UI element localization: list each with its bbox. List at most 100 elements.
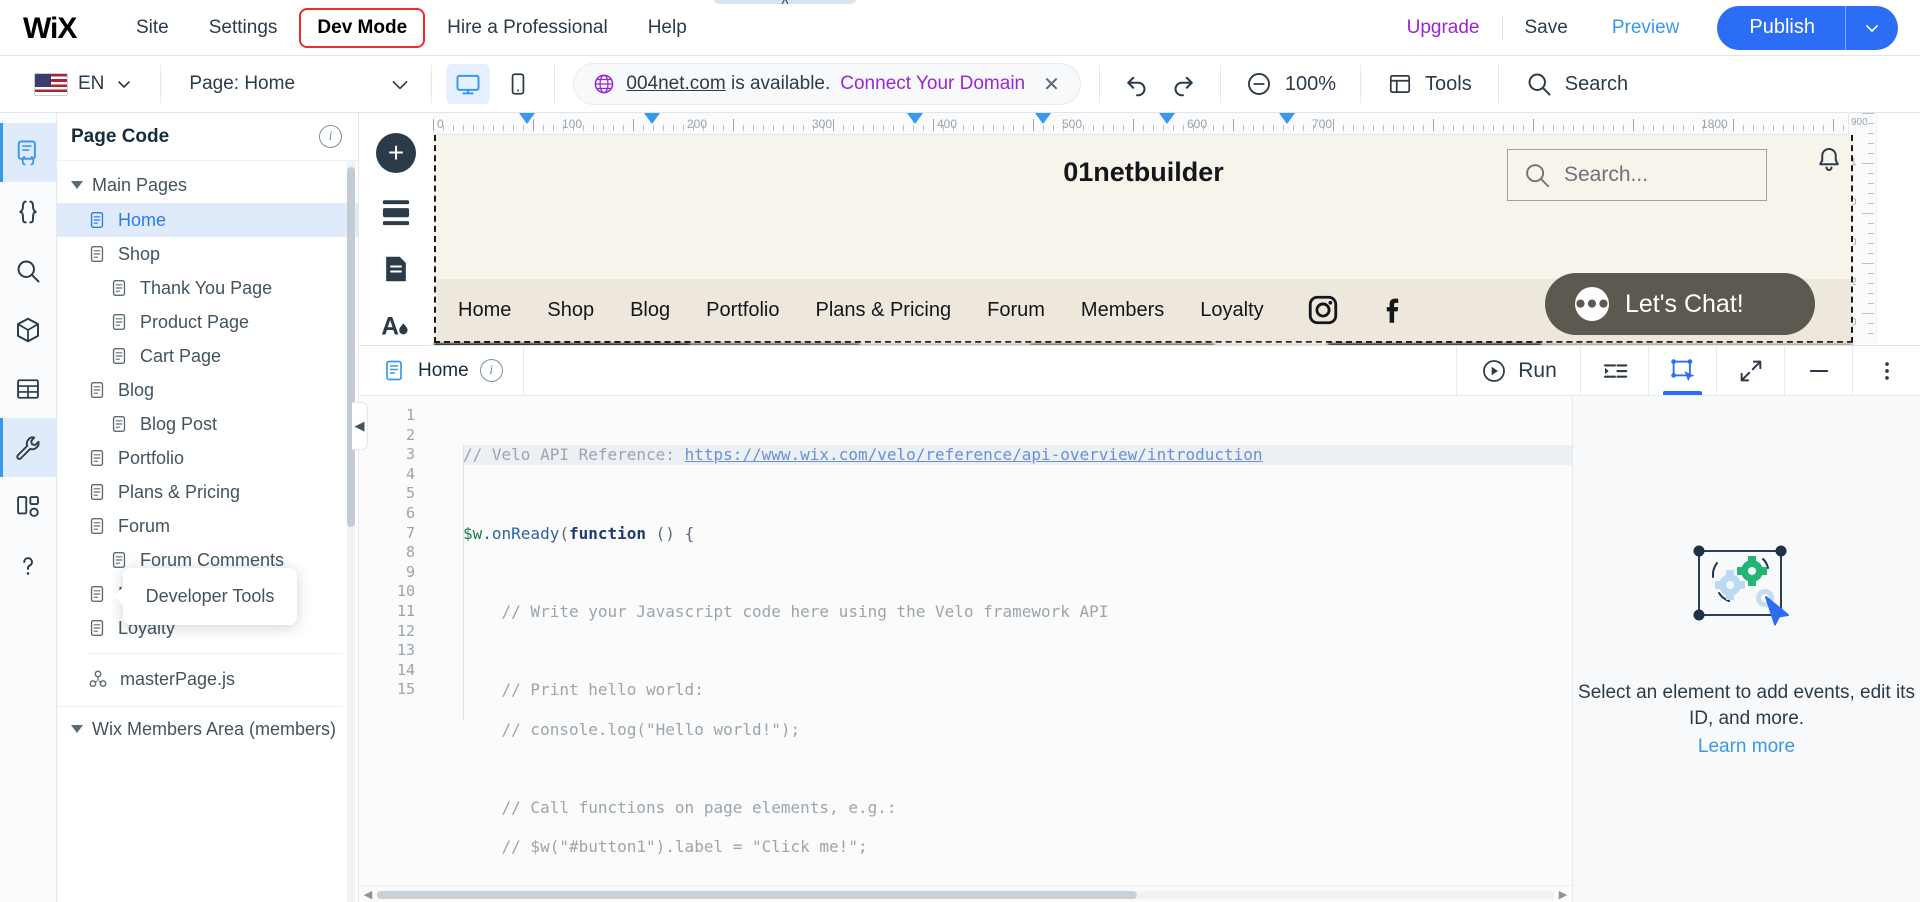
properties-panel-button[interactable] xyxy=(1648,346,1716,395)
instagram-icon[interactable] xyxy=(1306,293,1340,327)
ruler-guide-marker[interactable] xyxy=(1159,113,1175,124)
facebook-icon[interactable] xyxy=(1376,293,1410,327)
tree-group-members-area[interactable]: Wix Members Area (members) xyxy=(57,711,358,747)
minimize-editor-button[interactable] xyxy=(1784,346,1852,395)
tree-item[interactable]: Shop xyxy=(57,237,358,271)
site-nav-link[interactable]: Shop xyxy=(547,299,594,322)
site-nav-link[interactable]: Plans & Pricing xyxy=(815,299,951,322)
site-nav-link[interactable]: Forum xyxy=(987,299,1045,322)
info-icon[interactable]: i xyxy=(479,359,503,382)
editor-tab-home[interactable]: Home i xyxy=(359,346,524,395)
ruler-guide-marker[interactable] xyxy=(1279,113,1295,124)
language-selector[interactable]: EN xyxy=(0,56,160,113)
rail-developer-tools-button[interactable] xyxy=(0,418,57,477)
info-icon[interactable]: i xyxy=(319,125,342,148)
tree-item-master-page[interactable]: masterPage.js xyxy=(57,662,358,696)
code-area[interactable]: 1 2 3 4 5 6 7 8 9 10 11 12 13 14 15 // Velo API Refere… xyxy=(359,396,1572,902)
lets-chat-button[interactable]: ●●● Let's Chat! xyxy=(1545,273,1815,335)
tools-label: Tools xyxy=(1425,72,1472,95)
run-button[interactable]: Run xyxy=(1456,346,1580,395)
chevron-up-icon: ^ xyxy=(781,0,789,13)
ruler-guide-marker[interactable] xyxy=(519,113,535,124)
code-editor-actions: Run xyxy=(1456,346,1920,395)
site-nav-link[interactable]: Home xyxy=(458,299,511,322)
scroll-left-icon[interactable]: ◀ xyxy=(359,888,377,901)
velo-api-reference-link[interactable]: https://www.wix.com/velo/reference/api-o… xyxy=(685,445,1263,464)
zoom-control[interactable]: 100% xyxy=(1221,56,1360,113)
rail-page-code-button[interactable] xyxy=(0,123,57,182)
add-element-button[interactable]: + xyxy=(374,133,418,173)
menu-help[interactable]: Help xyxy=(630,8,705,48)
format-code-button[interactable] xyxy=(1580,346,1648,395)
search-button[interactable]: Search xyxy=(1499,56,1654,113)
tree-item[interactable]: Blog Post xyxy=(57,407,358,441)
tree-item[interactable]: Plans & Pricing xyxy=(57,475,358,509)
tree-item[interactable]: Thank You Page xyxy=(57,271,358,305)
site-search-box[interactable]: Search... xyxy=(1507,149,1767,201)
scrollbar-thumb[interactable] xyxy=(347,167,355,527)
editor-more-options-button[interactable] xyxy=(1852,346,1920,395)
lets-chat-label: Let's Chat! xyxy=(1625,289,1744,318)
line-number: 9 xyxy=(405,562,415,581)
tree-item[interactable]: Product Page xyxy=(57,305,358,339)
save-button[interactable]: Save xyxy=(1503,17,1590,39)
collapse-panel-handle[interactable]: ◀ xyxy=(352,402,368,450)
domain-name[interactable]: 004net.com xyxy=(626,73,725,94)
upgrade-link[interactable]: Upgrade xyxy=(1385,17,1502,39)
rail-packages-button[interactable] xyxy=(0,300,57,359)
tree-item-label: Blog Post xyxy=(140,413,218,434)
site-preview[interactable]: 01netbuilder Search... Home Shop Blog Portf… xyxy=(434,135,1853,343)
site-nav-link[interactable]: Loyalty xyxy=(1200,299,1263,322)
rail-app-builder-button[interactable] xyxy=(0,477,57,536)
tools-button[interactable]: Tools xyxy=(1361,56,1498,113)
menu-hire-a-professional[interactable]: Hire a Professional xyxy=(429,8,626,48)
braces-icon xyxy=(19,200,37,223)
desktop-view-button[interactable] xyxy=(446,64,491,104)
publish-button[interactable]: Publish xyxy=(1717,5,1898,50)
preview-button[interactable]: Preview xyxy=(1590,17,1702,39)
tree-item[interactable]: Forum xyxy=(57,509,358,543)
code-content[interactable]: // Velo API Reference: https://www.wix.c… xyxy=(431,396,1572,902)
learn-more-link[interactable]: Learn more xyxy=(1698,736,1795,758)
site-nav-link[interactable]: Blog xyxy=(630,299,670,322)
scrollbar-track[interactable] xyxy=(377,890,1554,899)
rail-search-button[interactable] xyxy=(0,241,57,300)
publish-dropdown-button[interactable] xyxy=(1845,5,1898,50)
ruler-guide-marker[interactable] xyxy=(644,113,660,124)
page-tree-scroll: Main Pages Home Shop Thank You Page Product… xyxy=(57,161,358,902)
menu-site[interactable]: Site xyxy=(118,8,187,48)
menu-dev-mode[interactable]: Dev Mode xyxy=(299,7,426,48)
zoom-out-icon[interactable] xyxy=(1245,70,1273,98)
rail-public-backend-button[interactable] xyxy=(0,182,57,241)
close-icon[interactable]: ✕ xyxy=(1043,72,1060,97)
scrollbar-thumb[interactable] xyxy=(377,890,1137,899)
tree-group-main-pages[interactable]: Main Pages xyxy=(57,167,358,203)
tree-item[interactable]: Cart Page xyxy=(57,339,358,373)
undo-icon[interactable] xyxy=(1122,69,1152,99)
add-page-button[interactable] xyxy=(374,252,418,287)
rail-help-button[interactable] xyxy=(0,536,57,595)
site-nav-link[interactable]: Portfolio xyxy=(706,299,779,322)
redo-icon[interactable] xyxy=(1168,69,1198,99)
ruler-guide-marker[interactable] xyxy=(907,113,923,124)
add-text-button[interactable]: A xyxy=(374,308,418,343)
scroll-right-icon[interactable]: ▶ xyxy=(1554,888,1572,901)
tree-item[interactable]: Portfolio xyxy=(57,441,358,475)
canvas-scroll-tab[interactable]: ^ xyxy=(712,0,858,13)
rail-database-button[interactable] xyxy=(0,359,57,418)
connect-domain-link[interactable]: Connect Your Domain xyxy=(840,73,1025,95)
mobile-view-button[interactable] xyxy=(496,64,540,104)
tree-item[interactable]: Home xyxy=(57,203,358,237)
menu-settings[interactable]: Settings xyxy=(191,8,296,48)
package-icon xyxy=(17,317,39,342)
expand-editor-button[interactable] xyxy=(1716,346,1784,395)
ruler-guide-marker[interactable] xyxy=(1035,113,1051,124)
tree-item[interactable]: Blog xyxy=(57,373,358,407)
notification-bell-icon[interactable] xyxy=(1814,145,1844,180)
code-horizontal-scrollbar[interactable]: ◀ ▶ xyxy=(359,885,1572,902)
code-token: ( xyxy=(559,523,569,543)
page-selector[interactable]: Page: Home xyxy=(161,56,431,113)
add-section-button[interactable] xyxy=(374,195,418,230)
wix-logo[interactable]: WiX xyxy=(20,11,92,45)
site-nav-link[interactable]: Members xyxy=(1081,299,1164,322)
